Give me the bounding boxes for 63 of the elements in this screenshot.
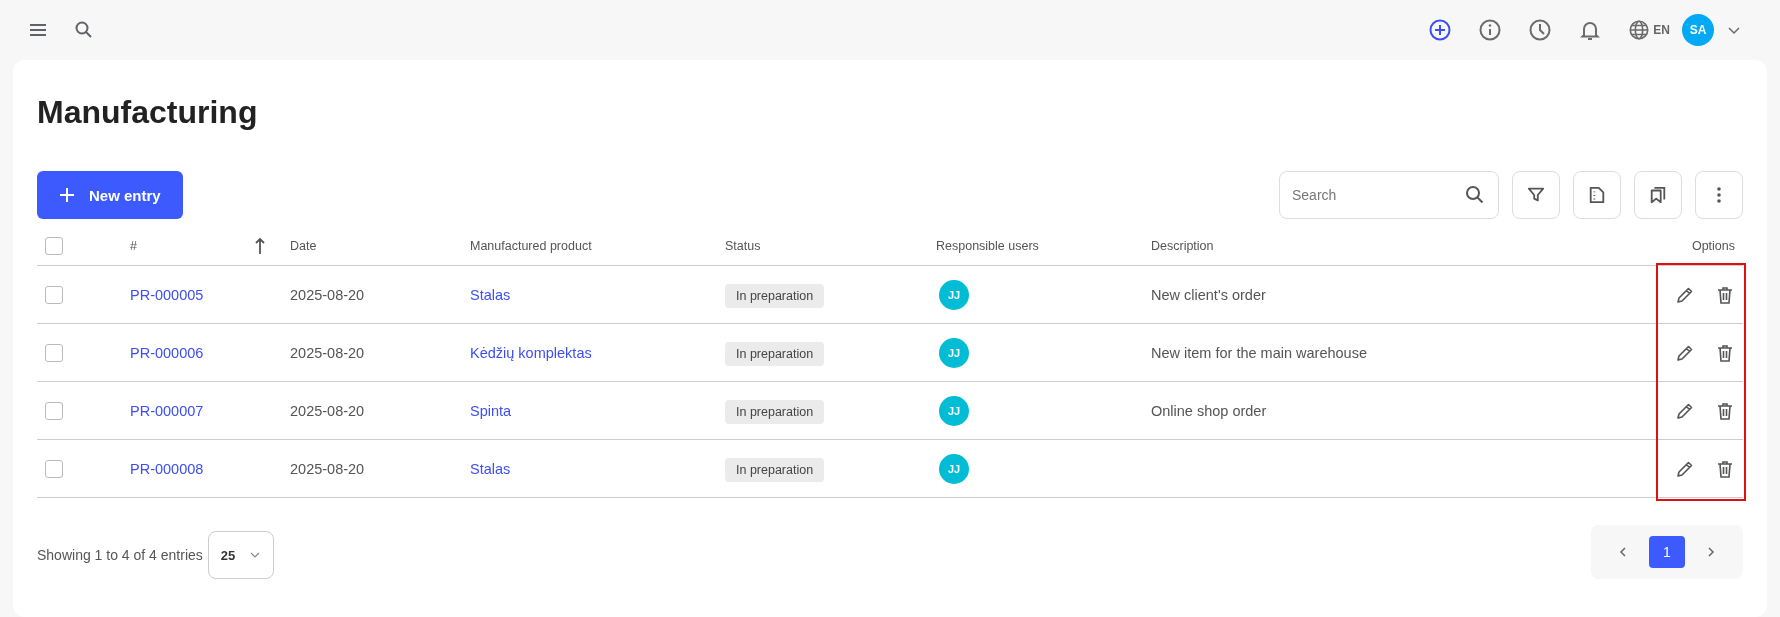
entry-number-link[interactable]: PR-000006 (130, 344, 204, 361)
export-button[interactable] (1573, 171, 1621, 219)
search-icon (1465, 185, 1485, 205)
delete-icon[interactable] (1715, 342, 1735, 363)
page-size-select[interactable]: 25 (207, 531, 274, 579)
chevron-right-icon[interactable] (1705, 546, 1717, 558)
plus-icon (59, 187, 75, 203)
date-cell: 2025-08-20 (290, 344, 365, 361)
description-cell: New client's order (1151, 286, 1266, 303)
column-header[interactable]: Responsible users (936, 239, 1039, 253)
product-link[interactable]: Stalas (470, 460, 511, 477)
row-checkbox[interactable] (45, 401, 63, 420)
status-badge: In preparation (725, 341, 825, 366)
user-avatar: JJ (939, 337, 969, 368)
user-avatar: JJ (939, 453, 969, 484)
globe-icon (1628, 19, 1651, 41)
more-icon (1717, 187, 1721, 203)
description-cell: Online shop order (1151, 402, 1267, 419)
entries-summary: Showing 1 to 4 of 4 entries (37, 547, 203, 563)
product-link[interactable]: Spinta (470, 402, 512, 419)
row-checkbox[interactable] (45, 343, 63, 362)
column-header[interactable]: Status (725, 239, 761, 253)
bookmarks-button[interactable] (1634, 171, 1682, 219)
sort-arrow-icon[interactable] (254, 237, 266, 255)
column-header: Options (1691, 239, 1735, 253)
document-icon (1588, 186, 1606, 204)
status-badge: In preparation (725, 457, 825, 482)
status-badge: In preparation (725, 399, 825, 424)
chevron-left-icon[interactable] (1617, 546, 1629, 558)
column-header[interactable]: # (130, 239, 137, 253)
status-badge: In preparation (725, 283, 825, 308)
info-icon[interactable] (1478, 18, 1503, 42)
search-field[interactable]: Search (1279, 171, 1499, 219)
clock-icon[interactable] (1528, 18, 1553, 42)
column-header[interactable]: Manufactured product (470, 239, 592, 253)
search-icon[interactable] (74, 20, 94, 40)
select-all-checkbox[interactable] (45, 237, 63, 255)
bookmarks-icon (1649, 186, 1667, 204)
product-link[interactable]: Stalas (470, 286, 511, 303)
filter-button[interactable] (1512, 171, 1560, 219)
new-entry-button[interactable]: New entry (37, 171, 183, 219)
user-avatar: JJ (939, 279, 969, 310)
entry-number-link[interactable]: PR-000007 (130, 402, 204, 419)
date-cell: 2025-08-20 (290, 286, 365, 303)
column-header[interactable]: Description (1151, 239, 1214, 253)
row-checkbox[interactable] (45, 459, 63, 478)
entry-number-link[interactable]: PR-000008 (130, 460, 204, 477)
language-button[interactable]: EN (1628, 19, 1670, 41)
column-header[interactable]: Date (290, 239, 317, 253)
page-title: Manufacturing (37, 93, 259, 132)
entry-number-link[interactable]: PR-000005 (130, 286, 204, 303)
add-circle-icon[interactable] (1428, 18, 1453, 42)
date-cell: 2025-08-20 (290, 402, 365, 419)
product-link[interactable]: Kėdžių komplektas (470, 344, 592, 361)
delete-icon[interactable] (1715, 458, 1735, 479)
filter-icon (1527, 186, 1545, 204)
page-button[interactable]: 1 (1649, 536, 1685, 568)
date-cell: 2025-08-20 (290, 460, 365, 477)
delete-icon[interactable] (1715, 284, 1735, 305)
description-cell: New item for the main warehouse (1151, 344, 1367, 361)
delete-icon[interactable] (1715, 400, 1735, 421)
row-checkbox[interactable] (45, 285, 63, 304)
user-avatar: JJ (939, 395, 969, 426)
